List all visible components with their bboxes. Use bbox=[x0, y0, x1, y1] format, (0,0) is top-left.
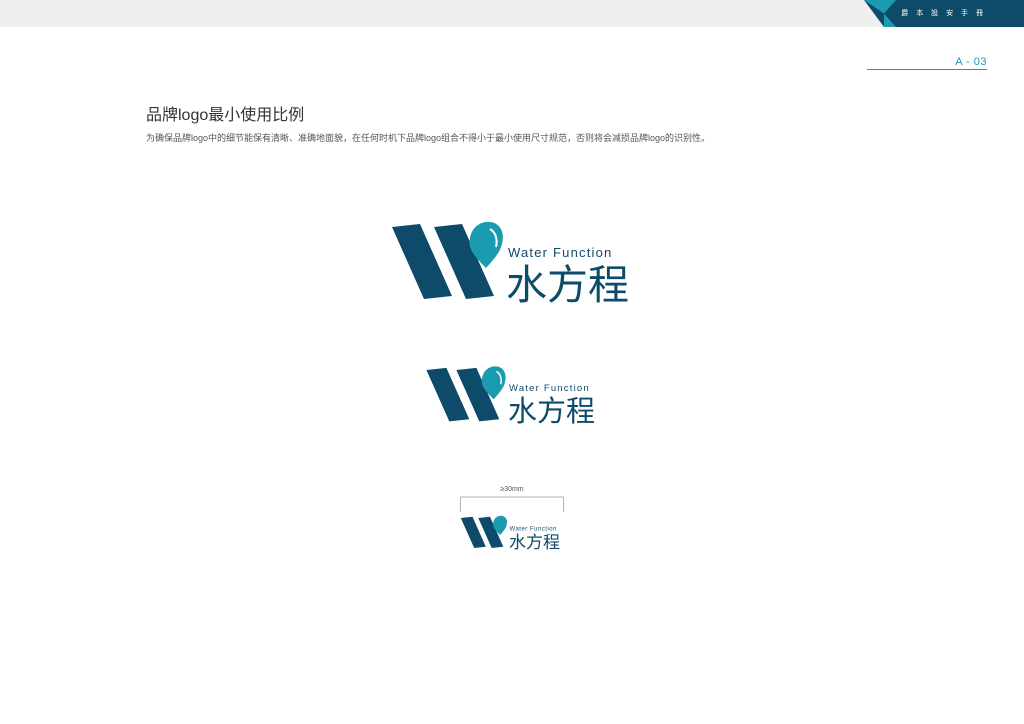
logo-medium: Water Function 水方程 bbox=[425, 365, 601, 428]
logo-english-name: Water Function bbox=[510, 527, 557, 533]
logo-chinese-name: 水方程 bbox=[508, 394, 595, 428]
minimum-size-indicator: ≥30mm bbox=[460, 486, 564, 512]
logo-chinese-name: 水方程 bbox=[509, 533, 560, 553]
minimum-size-label: ≥30mm bbox=[500, 486, 524, 493]
section-title: 品牌logo最小使用比例 bbox=[146, 107, 305, 124]
logo-chinese-name: 水方程 bbox=[506, 261, 629, 309]
section-description: 为确保品牌logo中的细节能保有清晰、准确地面貌，在任何时机下品牌logo组合不… bbox=[146, 133, 711, 143]
water-drop-w-icon bbox=[392, 221, 503, 299]
page-number-underline bbox=[867, 69, 987, 70]
logo-minimum: Water Function 水方程 bbox=[460, 515, 566, 553]
logo-english-name: Water Function bbox=[509, 383, 590, 394]
page-number: A - 03 bbox=[955, 56, 987, 68]
logo-english-name: Water Function bbox=[508, 245, 612, 260]
water-drop-w-icon bbox=[460, 515, 508, 548]
logo-large: Water Function 水方程 bbox=[390, 220, 636, 309]
header-manual-title: 爵 本 設 安 手 冊 bbox=[901, 10, 986, 17]
dimension-bracket bbox=[460, 496, 564, 512]
water-drop-w-icon bbox=[426, 366, 506, 422]
